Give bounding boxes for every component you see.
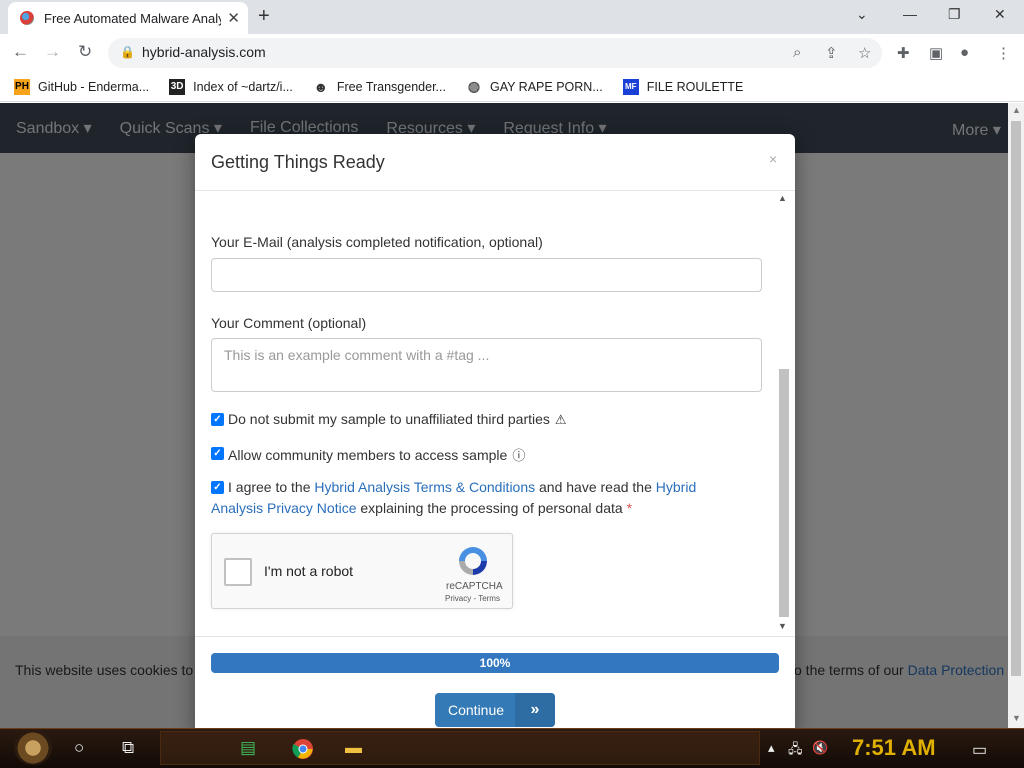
continue-button[interactable]: Continue » [435, 693, 555, 727]
double-chevron-right-icon: » [515, 693, 555, 727]
file-explorer-icon[interactable]: ▬ [345, 738, 362, 758]
terms-link[interactable]: Hybrid Analysis Terms & Conditions [314, 479, 535, 495]
modal-scroll-thumb[interactable] [779, 369, 789, 617]
required-marker: * [626, 500, 633, 516]
globe-icon: ◍ [467, 78, 481, 94]
getting-ready-modal: Getting Things Ready × Your E-Mail (anal… [195, 134, 795, 734]
start-button[interactable] [14, 731, 52, 765]
recaptcha-widget: I'm not a robot reCAPTCHA Privacy - Term… [211, 533, 513, 609]
tab-title: Free Automated Malware Analy [44, 10, 222, 26]
search-icon[interactable]: ⌕ [793, 44, 801, 61]
bookmark-index-dartz[interactable]: 3D Index of ~dartz/i... [169, 78, 293, 95]
no-third-party-text: Do not submit my sample to unaffiliated … [228, 411, 550, 427]
recaptcha-brand: reCAPTCHA [446, 581, 503, 592]
continue-label: Continue [448, 702, 505, 718]
site-favicon-icon [20, 11, 34, 25]
recaptcha-logo-icon [459, 547, 487, 575]
bookmarks-bar: PH GitHub - Enderma... 3D Index of ~dart… [0, 72, 1024, 102]
page-scroll-thumb[interactable] [1011, 121, 1021, 676]
info-icon: ⓘ [512, 448, 526, 463]
tab-close-icon[interactable]: ✕ [227, 9, 240, 27]
reload-icon[interactable]: ↻ [78, 42, 92, 62]
volume-muted-icon[interactable]: 🔇 [812, 740, 828, 756]
progress-fill: 100% [211, 653, 779, 673]
recaptcha-label: I'm not a robot [264, 563, 354, 579]
bookmark-file-roulette[interactable]: MF FILE ROULETTE [622, 78, 744, 95]
forward-icon[interactable]: → [44, 42, 61, 62]
modal-title: Getting Things Ready [211, 152, 385, 172]
notifications-icon[interactable]: ▭ [972, 740, 987, 760]
minimize-icon[interactable]: — [903, 6, 917, 22]
tray-chevron-icon[interactable]: ▴ [768, 740, 775, 756]
share-icon[interactable]: ⇪ [825, 44, 838, 62]
email-field[interactable] [211, 258, 762, 292]
ph-icon: PH [14, 78, 30, 95]
taskbar-clock[interactable]: 7:51 AM [852, 735, 936, 761]
modal-scroll-down-icon[interactable]: ▼ [778, 621, 787, 631]
community-access-text: Allow community members to access sample [228, 447, 508, 463]
modal-close-button[interactable]: × [769, 151, 777, 167]
comment-textarea[interactable]: This is an example comment with a #tag .… [211, 338, 762, 392]
agree-mid-text: and have read the [535, 479, 656, 495]
index-icon: 3D [169, 78, 186, 95]
new-tab-icon[interactable]: + [258, 5, 270, 28]
bookmark-github[interactable]: PH GitHub - Enderma... [14, 78, 150, 95]
warning-icon: ⚠ [554, 412, 567, 427]
scroll-down-icon[interactable]: ▼ [1012, 713, 1021, 723]
recaptcha-checkbox[interactable] [224, 558, 252, 586]
cortana-circle-icon[interactable]: ○ [74, 738, 84, 758]
modal-scrollbar[interactable]: ▲ ▼ [777, 193, 793, 634]
scroll-up-icon[interactable]: ▲ [1012, 105, 1021, 115]
sheets-app-icon[interactable]: ▤ [240, 738, 256, 758]
bookmark-label: Free Transgender... [336, 79, 446, 94]
no-third-party-checkbox[interactable]: ✓ [211, 413, 224, 426]
lock-icon: 🔒 [120, 45, 135, 59]
profile-avatar-icon[interactable]: ● [960, 44, 969, 61]
mask-icon: ☻ [313, 78, 329, 95]
bookmark-globe-site[interactable]: ◍ GAY RAPE PORN... [466, 78, 603, 95]
restore-icon[interactable]: ❐ [948, 6, 961, 23]
modal-header: Getting Things Ready × [195, 134, 795, 191]
chrome-app-icon[interactable] [292, 738, 314, 765]
back-icon[interactable]: ← [12, 42, 29, 62]
agree-post-text: explaining the processing of personal da… [356, 500, 627, 516]
modal-scroll-up-icon[interactable]: ▲ [778, 193, 787, 203]
email-label: Your E-Mail (analysis completed notifica… [211, 234, 543, 250]
recaptcha-privacy-terms[interactable]: Privacy - Terms [445, 594, 500, 603]
side-panel-icon[interactable]: ▣ [929, 44, 943, 62]
modal-footer: 100% Continue » [195, 636, 795, 734]
bookmark-label: FILE ROULETTE [646, 79, 744, 94]
close-window-icon[interactable]: ✕ [994, 6, 1006, 23]
progress-bar: 100% [211, 653, 779, 673]
bookmark-label: GitHub - Enderma... [38, 79, 150, 94]
network-icon[interactable]: 🖧 [788, 740, 803, 762]
chrome-logo-icon [292, 739, 313, 759]
page-scrollbar[interactable]: ▲ ▼ [1008, 103, 1024, 728]
agree-pre-text: I agree to the [228, 479, 315, 495]
task-view-icon[interactable]: ⧉ [122, 738, 134, 758]
bookmark-label: GAY RAPE PORN... [489, 79, 603, 94]
url-text: hybrid-analysis.com [142, 44, 266, 60]
no-third-party-label: Do not submit my sample to unaffiliated … [228, 411, 567, 428]
tab-search-chevron-icon[interactable]: ⌄ [856, 6, 868, 23]
browser-tab[interactable]: Free Automated Malware Analy ✕ [8, 2, 248, 34]
agree-terms-label: I agree to the Hybrid Analysis Terms & C… [211, 477, 751, 519]
bookmark-free-transgender[interactable]: ☻ Free Transgender... [313, 79, 446, 95]
community-access-label: Allow community members to access sample… [228, 445, 525, 464]
bookmark-label: Index of ~dartz/i... [193, 79, 293, 94]
modal-body: Your E-Mail (analysis completed notifica… [195, 191, 795, 636]
menu-kebab-icon[interactable]: ⋮ [996, 44, 1011, 62]
address-bar[interactable]: 🔒 hybrid-analysis.com [108, 38, 882, 68]
file-roulette-icon: MF [622, 78, 639, 95]
bookmark-star-icon[interactable]: ☆ [858, 44, 871, 62]
extensions-icon[interactable]: ✚ [897, 44, 910, 62]
comment-label: Your Comment (optional) [211, 315, 367, 331]
community-access-checkbox[interactable]: ✓ [211, 447, 224, 460]
